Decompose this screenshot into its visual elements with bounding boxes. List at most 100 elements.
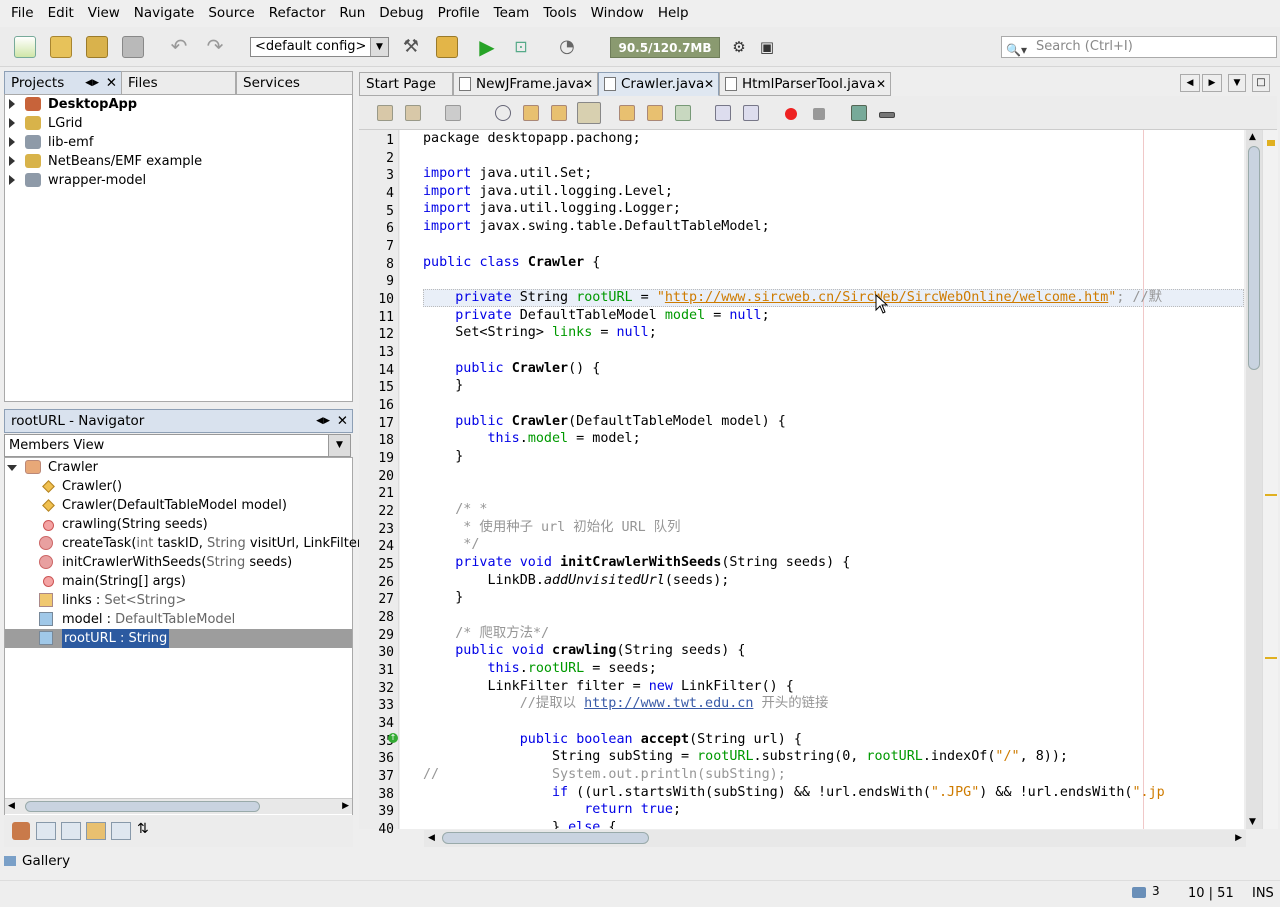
find-prev-icon[interactable] [523,105,539,121]
find-next-icon[interactable] [551,105,567,121]
menu-run[interactable]: Run [332,0,372,27]
menu-file[interactable]: File [4,0,41,27]
menu-navigate[interactable]: Navigate [127,0,202,27]
class-node[interactable]: Crawler [5,458,352,477]
tab-start-page[interactable]: Start Page [359,72,453,96]
scroll-right-icon[interactable]: ▶ [1235,833,1242,843]
member-item[interactable]: initCrawlerWithSeeds(String seeds) [5,553,352,572]
toggle-bookmark-icon[interactable] [675,105,691,121]
menu-team[interactable]: Team [487,0,537,27]
save-all-icon[interactable] [122,36,144,58]
menu-edit[interactable]: Edit [41,0,81,27]
last-edit-icon[interactable] [377,105,393,121]
gallery-tab[interactable]: Gallery [4,850,124,872]
navigator-hscroll[interactable]: ◀ ▶ [5,798,352,814]
undo-icon[interactable]: ↶ [168,36,190,58]
fields-filter-icon[interactable] [36,822,56,840]
shift-left-icon[interactable] [715,105,731,121]
back-icon[interactable] [405,105,421,121]
menu-window[interactable]: Window [584,0,651,27]
member-item-selected[interactable]: rootURL : String [5,629,352,648]
class-filter-icon[interactable] [12,822,30,840]
menu-view[interactable]: View [81,0,127,27]
menu-help[interactable]: Help [651,0,696,27]
tree-item-emf-example[interactable]: NetBeans/EMF example [5,152,352,171]
static-filter-icon[interactable] [61,822,81,840]
shift-right-icon[interactable] [743,105,759,121]
record-macro-icon[interactable] [785,108,797,120]
search-input[interactable]: 🔍▾ Search (Ctrl+I) [1001,36,1277,58]
stop-macro-icon[interactable] [813,108,825,120]
gc-icon[interactable]: ⚙ [728,36,750,58]
scroll-up-icon[interactable]: ▲ [1249,132,1256,142]
member-item[interactable]: Crawler() [5,477,352,496]
members-view-select[interactable]: Members View ▼ [4,434,351,457]
expand-icon[interactable] [9,118,15,128]
member-item[interactable]: Crawler(DefaultTableModel model) [5,496,352,515]
config-select[interactable]: <default config> ▼ [250,37,389,57]
close-icon[interactable]: ✕ [876,73,886,95]
collapse-icon[interactable] [7,465,17,471]
member-item[interactable]: createTask(int taskID, String visitUrl, … [5,534,362,553]
code-editor[interactable]: package desktopapp.pachong; import java.… [400,130,1244,829]
scroll-thumb[interactable] [25,801,260,812]
inherited-filter-icon[interactable] [111,822,131,840]
editor-vscroll[interactable]: ▲ ▼ [1246,130,1262,829]
menu-profile[interactable]: Profile [431,0,487,27]
clean-build-icon[interactable] [436,36,458,58]
member-item[interactable]: crawling(String seeds) [5,515,352,534]
expand-icon[interactable] [9,175,15,185]
tab-htmlparsertool[interactable]: HtmlParserTool.java ✕ [719,72,891,96]
scroll-tabs-left-icon[interactable]: ◀ [1180,74,1200,92]
menu-refactor[interactable]: Refactor [262,0,333,27]
profile-icon[interactable]: ◔ [556,36,578,58]
scroll-thumb[interactable] [442,832,649,844]
tab-services[interactable]: Services [236,71,353,95]
find-icon[interactable] [495,105,511,121]
member-item[interactable]: model : DefaultTableModel [5,610,352,629]
menu-tools[interactable]: Tools [536,0,583,27]
menu-source[interactable]: Source [201,0,261,27]
minimize-icon[interactable]: ◀▶ [85,72,99,94]
url-link[interactable]: http://www.twt.edu.cn [584,696,753,711]
close-icon[interactable]: ✕ [583,73,593,95]
tree-item-wrapper-model[interactable]: wrapper-model [5,171,352,190]
open-project-icon[interactable] [86,36,108,58]
tree-item-lgrid[interactable]: LGrid [5,114,352,133]
prev-bookmark-icon[interactable] [619,105,635,121]
expand-icon[interactable] [9,99,15,109]
screenshot-icon[interactable]: ▣ [756,36,778,58]
tab-projects[interactable]: Projects ◀▶ ✕ [4,71,122,95]
scroll-left-icon[interactable]: ◀ [428,833,435,843]
build-hammer-icon[interactable]: ⚒ [400,36,422,58]
forward-icon[interactable] [445,105,461,121]
member-item[interactable]: main(String[] args) [5,572,352,591]
member-item[interactable]: links : Set<String> [5,591,352,610]
scroll-right-icon[interactable]: ▶ [342,801,349,811]
notifications-icon[interactable] [1132,887,1146,898]
uncomment-icon[interactable] [879,112,895,118]
warning-mark[interactable] [1265,657,1277,659]
scroll-tabs-right-icon[interactable]: ▶ [1202,74,1222,92]
toggle-highlight-icon[interactable] [577,102,601,124]
new-project-icon[interactable] [50,36,72,58]
close-icon[interactable]: ✕ [106,72,117,94]
tree-item-lib-emf[interactable]: lib-emf [5,133,352,152]
run-icon[interactable]: ▶ [476,36,498,58]
tab-files[interactable]: Files [121,71,236,95]
redo-icon[interactable]: ↷ [204,36,226,58]
nonpublic-filter-icon[interactable] [86,822,106,840]
minimize-icon[interactable]: ◀▶ [316,410,330,432]
scroll-left-icon[interactable]: ◀ [8,801,15,811]
comment-icon[interactable] [851,105,867,121]
sort-icon[interactable]: ⇅ [137,821,149,837]
new-file-icon[interactable] [14,36,36,58]
tree-item-desktopapp[interactable]: DesktopApp [5,95,352,114]
override-annotation-icon[interactable]: ↑ [388,733,398,743]
scroll-down-icon[interactable]: ▼ [1249,817,1256,827]
menu-debug[interactable]: Debug [372,0,430,27]
next-bookmark-icon[interactable] [647,105,663,121]
debug-icon[interactable]: ⊡ [510,36,532,58]
tab-newjframe[interactable]: NewJFrame.java ✕ [453,72,598,96]
scroll-thumb[interactable] [1248,146,1260,370]
